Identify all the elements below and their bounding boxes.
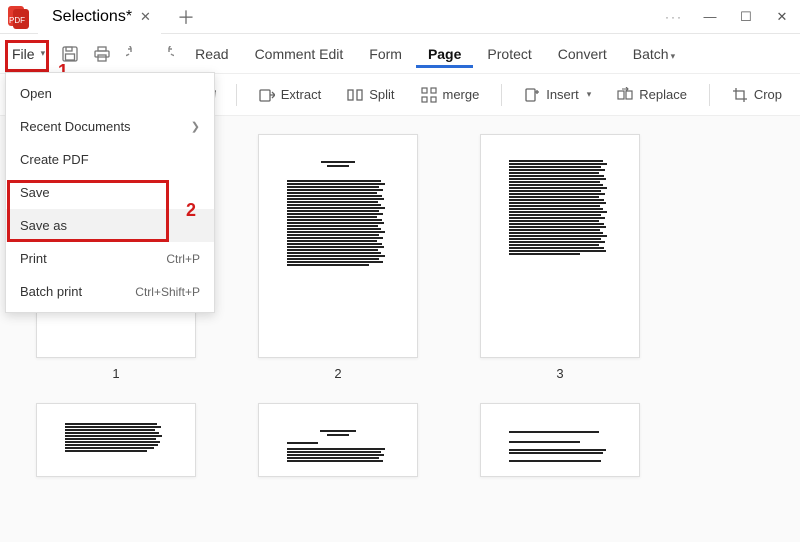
split-button[interactable]: Split <box>337 82 404 108</box>
merge-button[interactable]: merge <box>411 82 490 108</box>
menu-form[interactable]: Form <box>357 40 414 68</box>
replace-button[interactable]: Replace <box>607 82 697 108</box>
svg-text:PDF: PDF <box>9 16 25 25</box>
insert-button[interactable]: Insert ▾ <box>514 82 601 108</box>
menu-recent-documents[interactable]: Recent Documents ❯ <box>6 110 214 143</box>
page-thumbnail[interactable] <box>258 403 418 477</box>
redo-icon[interactable] <box>151 39 181 69</box>
menu-protect[interactable]: Protect <box>475 40 543 68</box>
divider <box>236 84 237 106</box>
tab-title: Selections* <box>52 8 132 26</box>
chevron-down-icon: ▾ <box>587 89 592 100</box>
menu-batch[interactable]: Batch▾ <box>621 40 687 68</box>
file-menu-button[interactable]: File ▾ <box>4 42 53 66</box>
crop-button[interactable]: Crop <box>722 82 792 108</box>
page-number: 1 <box>112 366 119 381</box>
menu-page[interactable]: Page <box>416 40 473 68</box>
menu-print[interactable]: Print Ctrl+P <box>6 242 214 275</box>
page-thumbnail[interactable]: 2 <box>258 134 418 381</box>
title-bar: PDF Selections* ✕ ＋ ··· — ☐ ✕ <box>0 0 800 34</box>
menu-open[interactable]: Open <box>6 77 214 110</box>
divider <box>709 84 710 106</box>
app-logo: PDF <box>2 2 36 32</box>
page-thumbnail[interactable] <box>36 403 196 477</box>
menu-save[interactable]: Save <box>6 176 214 209</box>
minimize-button[interactable]: — <box>692 0 728 34</box>
window-controls: ··· — ☐ ✕ <box>656 0 800 34</box>
menu-bar: File ▾ Read Comment Edit Form Page Prote… <box>0 34 800 74</box>
chevron-right-icon: ❯ <box>191 120 200 133</box>
close-window-button[interactable]: ✕ <box>764 0 800 34</box>
annotation-number-2: 2 <box>186 200 196 221</box>
menu-convert[interactable]: Convert <box>546 40 619 68</box>
file-label: File <box>12 46 35 62</box>
close-tab-icon[interactable]: ✕ <box>140 9 151 25</box>
page-thumbnail[interactable]: 3 <box>480 134 640 381</box>
insert-label: Insert <box>546 87 579 102</box>
undo-icon[interactable] <box>119 39 149 69</box>
crop-label: Crop <box>754 87 782 102</box>
menu-create-pdf[interactable]: Create PDF <box>6 143 214 176</box>
extract-label: Extract <box>281 87 321 102</box>
replace-label: Replace <box>639 87 687 102</box>
print-icon[interactable] <box>87 39 117 69</box>
menu-read[interactable]: Read <box>183 40 240 68</box>
menu-save-as[interactable]: Save as <box>6 209 214 242</box>
page-thumbnail[interactable] <box>480 403 640 477</box>
file-dropdown-menu: Open Recent Documents ❯ Create PDF Save … <box>5 72 215 313</box>
split-label: Split <box>369 87 394 102</box>
extract-button[interactable]: Extract <box>249 82 331 108</box>
shortcut-label: Ctrl+P <box>166 252 200 266</box>
page-number: 3 <box>556 366 563 381</box>
chevron-down-icon: ▾ <box>671 51 676 61</box>
menu-batch-print[interactable]: Batch print Ctrl+Shift+P <box>6 275 214 308</box>
menu-comment[interactable]: Comment Edit <box>243 40 356 68</box>
more-icon[interactable]: ··· <box>656 0 692 34</box>
merge-label: merge <box>443 87 480 102</box>
thumbnail-row <box>0 403 800 477</box>
maximize-button[interactable]: ☐ <box>728 0 764 34</box>
divider <box>501 84 502 106</box>
shortcut-label: Ctrl+Shift+P <box>135 285 200 299</box>
new-tab-button[interactable]: ＋ <box>173 4 199 30</box>
chevron-down-icon: ▾ <box>41 48 46 59</box>
document-tab[interactable]: Selections* ✕ <box>38 0 161 34</box>
page-number: 2 <box>334 366 341 381</box>
